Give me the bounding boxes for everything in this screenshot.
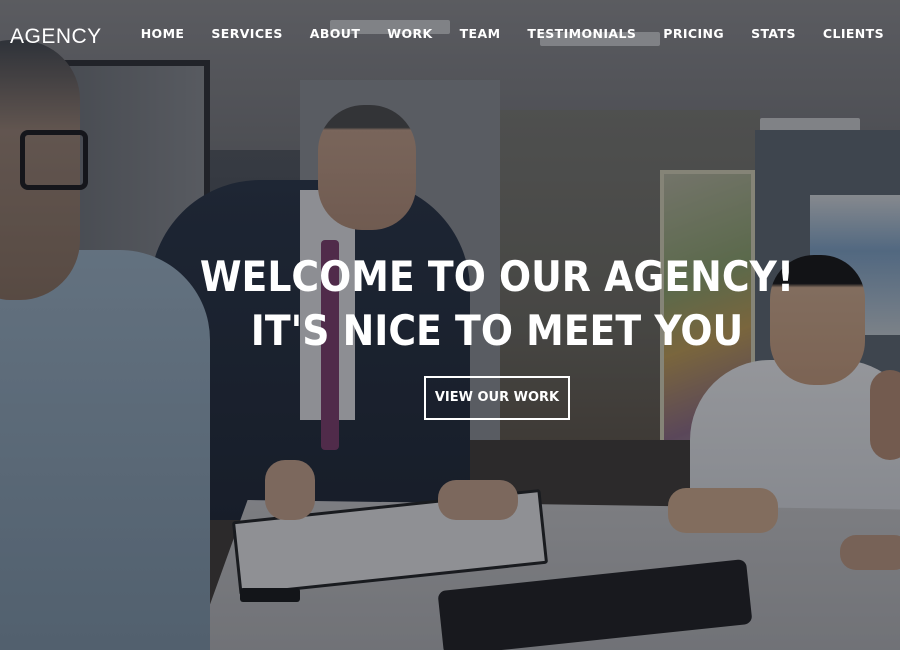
hero-heading: WELCOME TO OUR AGENCY! IT'S NICE TO MEET…: [50, 250, 900, 358]
nav-menu: HOME SERVICES ABOUT WORK TEAM TESTIMONIA…: [114, 25, 884, 43]
nav-link-clients[interactable]: CLIENTS: [823, 26, 884, 41]
hero-heading-line-1: WELCOME TO OUR AGENCY!: [199, 252, 795, 301]
nav-link-services[interactable]: SERVICES: [211, 26, 282, 41]
nav-item: WORK: [387, 25, 432, 43]
nav-link-team[interactable]: TEAM: [460, 26, 501, 41]
view-our-work-button[interactable]: VIEW OUR WORK: [424, 376, 570, 420]
hero-heading-line-2: IT'S NICE TO MEET YOU: [250, 306, 744, 355]
nav-link-testimonials[interactable]: TESTIMONIALS: [527, 26, 636, 41]
main-navbar: AGENCY HOME SERVICES ABOUT WORK TEAM TES…: [0, 0, 900, 70]
nav-link-home[interactable]: HOME: [141, 26, 185, 41]
brand-logo[interactable]: AGENCY: [10, 25, 102, 49]
hero-section: AGENCY HOME SERVICES ABOUT WORK TEAM TES…: [0, 0, 900, 650]
nav-link-pricing[interactable]: PRICING: [663, 26, 724, 41]
nav-link-work[interactable]: WORK: [387, 26, 432, 41]
nav-item: TEAM: [460, 25, 501, 43]
nav-item: SERVICES: [211, 25, 282, 43]
nav-link-about[interactable]: ABOUT: [310, 26, 361, 41]
nav-item: HOME: [141, 25, 185, 43]
nav-item: PRICING: [663, 25, 724, 43]
nav-link-stats[interactable]: STATS: [751, 26, 796, 41]
nav-item: TESTIMONIALS: [527, 25, 636, 43]
nav-item: ABOUT: [310, 25, 361, 43]
nav-item: STATS: [751, 25, 796, 43]
nav-item: CLIENTS: [823, 25, 884, 43]
hero-content: WELCOME TO OUR AGENCY! IT'S NICE TO MEET…: [0, 250, 900, 420]
